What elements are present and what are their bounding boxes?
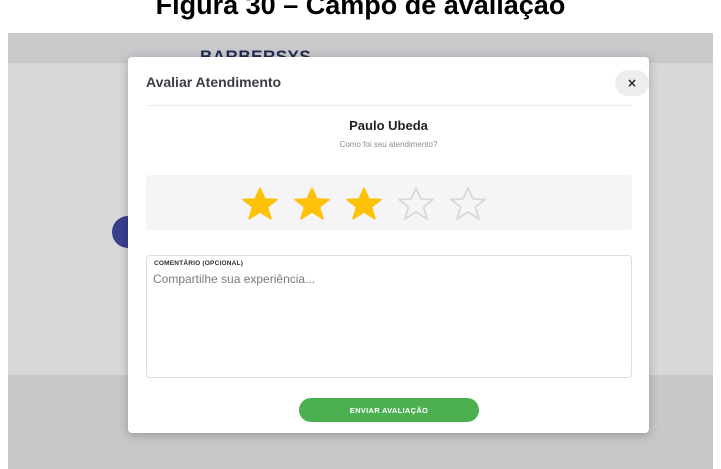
rating-question: Como foi seu atendimento? — [339, 140, 438, 149]
star-5-icon[interactable] — [448, 186, 488, 220]
star-4-icon[interactable] — [396, 186, 436, 220]
star-rating — [146, 175, 632, 230]
star-1-icon[interactable] — [240, 186, 280, 220]
barber-name: Paulo Ubeda — [349, 118, 428, 133]
comment-field: COMENTÁRIO (OPCIONAL) — [146, 255, 632, 378]
star-3-icon[interactable] — [344, 186, 384, 220]
comment-input[interactable] — [151, 270, 627, 374]
close-icon: × — [626, 76, 638, 90]
modal-header: Avaliar Atendimento × — [146, 57, 649, 106]
comment-label: COMENTÁRIO (OPCIONAL) — [154, 260, 244, 267]
figure-caption: Figura 30 – Campo de avaliação — [155, 0, 566, 20]
close-button[interactable]: × — [615, 70, 649, 96]
star-2-icon[interactable] — [292, 186, 332, 220]
modal-title: Avaliar Atendimento — [146, 74, 282, 90]
submit-rating-button[interactable]: ENVIAR AVALIAÇÃO — [299, 398, 479, 422]
rating-modal: Avaliar Atendimento × Paulo Ubeda Como f… — [128, 57, 649, 433]
